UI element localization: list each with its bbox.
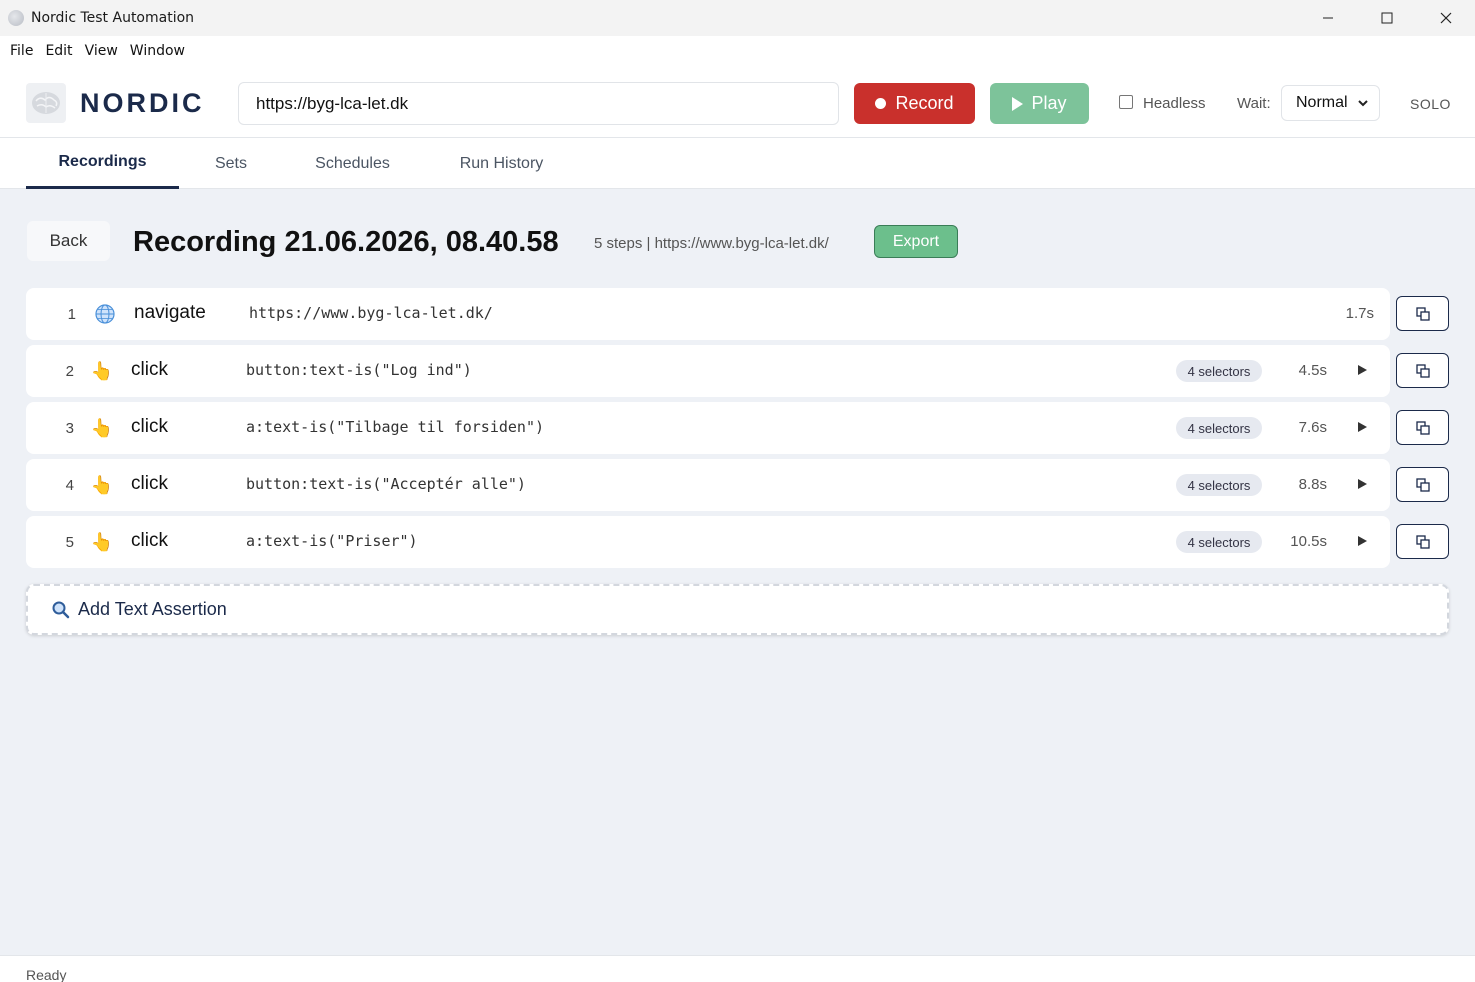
selectors-badge: 4 selectors xyxy=(1176,474,1262,496)
step-number: 5 xyxy=(65,534,74,551)
menu-bar: File Edit View Window xyxy=(0,36,1475,66)
step-target: a:text-is("Tilbage til forsiden") xyxy=(246,418,545,436)
copy-step-button[interactable] xyxy=(1396,353,1449,388)
minimize-icon xyxy=(1322,17,1333,19)
play-label: Play xyxy=(1031,93,1067,113)
title-bar: Nordic Test Automation xyxy=(0,0,1475,36)
brain-logo-icon xyxy=(26,83,66,123)
step-target: a:text-is("Priser") xyxy=(246,532,418,550)
selectors-badge: 4 selectors xyxy=(1176,531,1262,553)
menu-edit[interactable]: Edit xyxy=(39,43,78,59)
selectors-badge: 4 selectors xyxy=(1176,417,1262,439)
copy-icon xyxy=(1415,534,1430,549)
step-target: button:text-is("Log ind") xyxy=(246,361,472,379)
step-number: 3 xyxy=(65,420,74,437)
copy-icon xyxy=(1415,306,1430,321)
tab-recordings[interactable]: Recordings xyxy=(26,138,179,189)
url-input[interactable] xyxy=(238,82,839,125)
close-icon xyxy=(1440,12,1451,24)
step-number: 1 xyxy=(67,306,76,323)
globe-icon xyxy=(94,303,116,325)
copy-icon xyxy=(1415,363,1430,378)
record-dot-icon xyxy=(875,98,887,109)
recording-title: Recording 21.06.2026, 08.40.58 xyxy=(133,226,559,258)
status-bar: Ready xyxy=(0,955,1475,982)
pointing-hand-icon: 👆 xyxy=(90,531,114,552)
record-button[interactable]: Record xyxy=(854,83,975,124)
window-controls xyxy=(1298,0,1475,36)
tab-sets[interactable]: Sets xyxy=(196,138,266,189)
tab-schedules[interactable]: Schedules xyxy=(297,138,408,189)
step-row[interactable]: 2 👆 click button:text-is("Log ind") 4 se… xyxy=(26,345,1390,397)
step-action: click xyxy=(131,416,168,437)
expand-arrow-icon[interactable] xyxy=(1358,536,1367,546)
pointing-hand-icon: 👆 xyxy=(90,474,114,495)
wait-label: Wait: xyxy=(1237,95,1271,112)
step-duration: 8.8s xyxy=(1298,476,1327,493)
step-target: https://www.byg-lca-let.dk/ xyxy=(249,304,493,322)
step-row[interactable]: 5 👆 click a:text-is("Priser") 4 selector… xyxy=(26,516,1390,568)
app-icon xyxy=(8,10,24,26)
step-number: 2 xyxy=(65,363,74,380)
record-label: Record xyxy=(895,93,954,113)
export-button[interactable]: Export xyxy=(874,225,958,258)
selectors-badge: 4 selectors xyxy=(1176,360,1262,382)
copy-icon xyxy=(1415,420,1430,435)
copy-step-button[interactable] xyxy=(1396,467,1449,502)
back-button[interactable]: Back xyxy=(27,221,110,261)
step-duration: 1.7s xyxy=(1345,305,1374,322)
pointing-hand-icon: 👆 xyxy=(90,360,114,381)
add-text-assertion-label: Add Text Assertion xyxy=(78,599,227,619)
step-number: 4 xyxy=(65,477,74,494)
brand-name: NORDIC xyxy=(80,88,205,118)
step-action: click xyxy=(131,473,168,494)
pointing-hand-icon: 👆 xyxy=(90,417,114,438)
maximize-icon xyxy=(1381,12,1392,24)
copy-icon xyxy=(1415,477,1430,492)
step-row[interactable]: 1 navigate https://www.byg-lca-let.dk/ 1… xyxy=(26,288,1390,340)
add-text-assertion-button[interactable]: Add Text Assertion xyxy=(26,584,1449,635)
headless-label: Headless xyxy=(1143,95,1206,112)
step-duration: 7.6s xyxy=(1298,419,1327,436)
headless-checkbox[interactable] xyxy=(1119,95,1133,109)
step-target: button:text-is("Acceptér alle") xyxy=(246,475,526,493)
step-row[interactable]: 3 👆 click a:text-is("Tilbage til forside… xyxy=(26,402,1390,454)
close-button[interactable] xyxy=(1416,0,1475,36)
tab-bar: Recordings Sets Schedules Run History xyxy=(0,138,1475,189)
menu-view[interactable]: View xyxy=(79,43,124,59)
mode-label: SOLO xyxy=(1410,96,1451,112)
copy-step-button[interactable] xyxy=(1396,296,1449,331)
step-duration: 4.5s xyxy=(1298,362,1327,379)
window-title: Nordic Test Automation xyxy=(31,10,195,26)
wait-select[interactable]: Normal xyxy=(1281,85,1380,121)
maximize-button[interactable] xyxy=(1357,0,1416,36)
wait-value: Normal xyxy=(1296,94,1348,111)
status-text: Ready xyxy=(26,967,67,982)
magnifier-icon xyxy=(52,601,70,618)
copy-step-button[interactable] xyxy=(1396,524,1449,559)
expand-arrow-icon[interactable] xyxy=(1358,422,1367,432)
step-action: click xyxy=(131,359,168,380)
copy-step-button[interactable] xyxy=(1396,410,1449,445)
step-row[interactable]: 4 👆 click button:text-is("Acceptér alle"… xyxy=(26,459,1390,511)
toolbar: NORDIC Record Play Headless Wait: Normal… xyxy=(0,66,1475,138)
play-icon xyxy=(1012,96,1024,111)
tab-run-history[interactable]: Run History xyxy=(441,138,562,189)
menu-file[interactable]: File xyxy=(4,43,39,59)
expand-arrow-icon[interactable] xyxy=(1358,365,1367,375)
play-button[interactable]: Play xyxy=(990,83,1089,124)
chevron-down-icon xyxy=(1358,100,1368,107)
step-action: click xyxy=(131,530,168,551)
recording-meta: 5 steps | https://www.byg-lca-let.dk/ xyxy=(594,235,829,252)
minimize-button[interactable] xyxy=(1298,0,1357,36)
step-action: navigate xyxy=(134,302,206,323)
expand-arrow-icon[interactable] xyxy=(1358,479,1367,489)
step-duration: 10.5s xyxy=(1290,533,1327,550)
menu-window[interactable]: Window xyxy=(124,43,191,59)
